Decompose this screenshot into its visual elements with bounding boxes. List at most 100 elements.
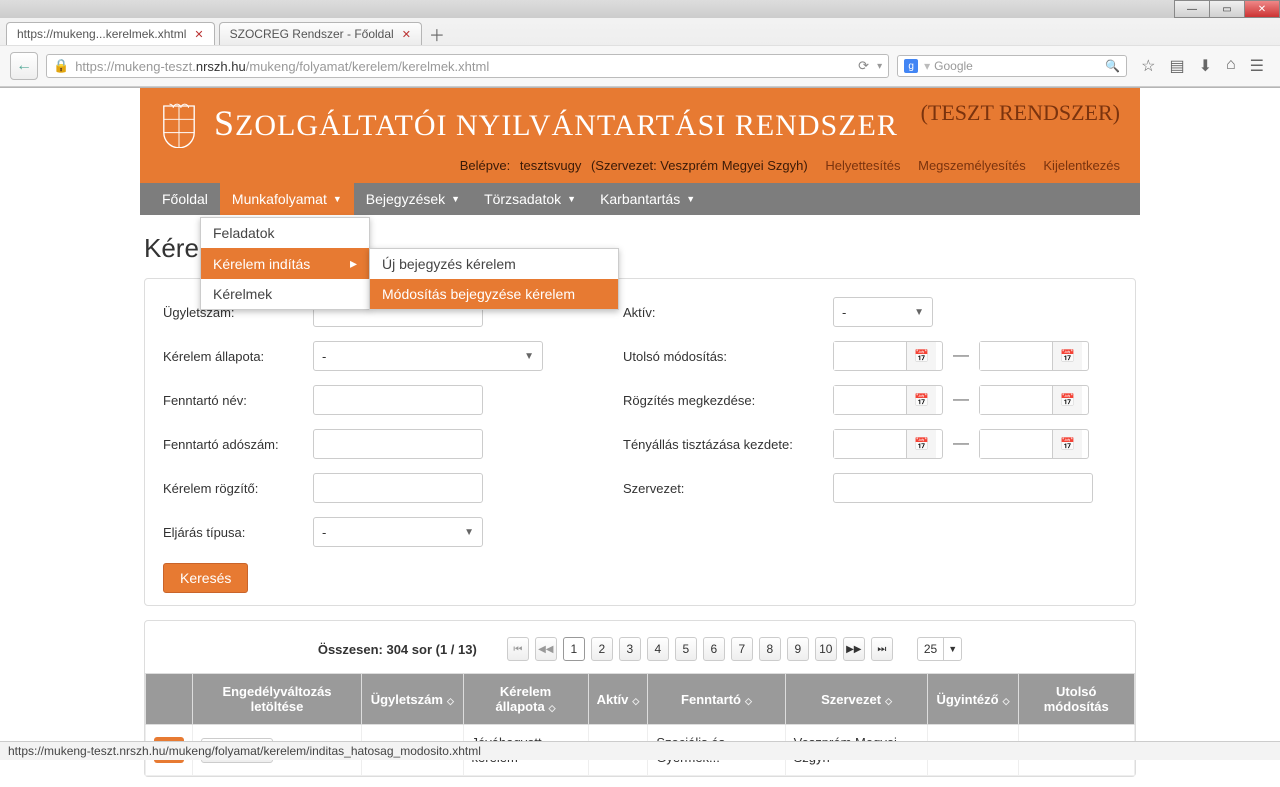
page-container: (TESZT RENDSZER) SZOLGÁLTATÓI NYILVÁNTAR…: [140, 88, 1140, 787]
window-maximize-button[interactable]: [1209, 0, 1245, 18]
bookmark-icon[interactable]: ☆: [1141, 56, 1155, 76]
search-button[interactable]: Keresés: [163, 563, 248, 593]
input-kerelem-rogzito[interactable]: [313, 473, 483, 503]
date-to-utolso[interactable]: 📅: [979, 341, 1089, 371]
chevron-down-icon: ▼: [686, 194, 695, 204]
pager-page[interactable]: 5: [675, 637, 697, 661]
dropdown-item-request-start[interactable]: Kérelem indítás ▸: [201, 248, 369, 279]
pager-page[interactable]: 7: [731, 637, 753, 661]
select-eljaras-tipusa[interactable]: -▼: [313, 517, 483, 547]
col-fenntarto[interactable]: Fenntartó◇: [648, 674, 785, 725]
dropdown-item-requests[interactable]: Kérelmek: [201, 279, 369, 309]
login-info-bar: Belépve: tesztsvugy (Szervezet: Veszprém…: [160, 158, 1120, 173]
link-personalize[interactable]: Megszemélyesítés: [918, 158, 1026, 173]
nav-item-maintenance[interactable]: Karbantartás▼: [588, 183, 707, 215]
pager-page[interactable]: 9: [787, 637, 809, 661]
new-tab-button[interactable]: ＋: [426, 23, 448, 45]
col-ugyintezo[interactable]: Ügyintéző◇: [928, 674, 1018, 725]
url-scheme: https://: [75, 59, 114, 74]
label-kerelem-allapota: Kérelem állapota:: [163, 349, 303, 364]
app-header: (TESZT RENDSZER) SZOLGÁLTATÓI NYILVÁNTAR…: [140, 88, 1140, 183]
menu-icon[interactable]: ☰: [1250, 56, 1264, 76]
submenu-item-modify-entry[interactable]: Módosítás bejegyzése kérelem: [370, 279, 618, 309]
calendar-icon[interactable]: 📅: [906, 430, 936, 458]
date-from-tenyallas[interactable]: 📅: [833, 429, 943, 459]
calendar-icon[interactable]: 📅: [906, 342, 936, 370]
pager: Összesen: 304 sor (1 / 13) ⏮ ◀◀ 1 2 3 4 …: [145, 631, 1135, 673]
system-title: SZOLGÁLTATÓI NYILVÁNTARTÁSI RENDSZER: [214, 102, 898, 144]
nav-item-entries[interactable]: Bejegyzések▼: [354, 183, 472, 215]
browser-search-input[interactable]: g ▾ Google 🔍: [897, 55, 1127, 77]
close-tab-icon[interactable]: ✕: [402, 28, 411, 41]
pager-next[interactable]: ▶▶: [843, 637, 865, 661]
link-impersonate[interactable]: Helyettesítés: [825, 158, 900, 173]
input-szervezet[interactable]: [833, 473, 1093, 503]
pager-page[interactable]: 8: [759, 637, 781, 661]
input-fenntarto-adoszam[interactable]: [313, 429, 483, 459]
pager-pagesize[interactable]: 25▼: [917, 637, 962, 661]
date-to-rogzites[interactable]: 📅: [979, 385, 1089, 415]
pager-prev[interactable]: ◀◀: [535, 637, 557, 661]
search-placeholder: Google: [934, 59, 973, 73]
pager-page[interactable]: 1: [563, 637, 585, 661]
close-tab-icon[interactable]: ✕: [194, 28, 203, 41]
library-icon[interactable]: ▤: [1169, 56, 1184, 76]
browser-toolbar-icons: ☆ ▤ ⬇ ⌂ ☰: [1135, 56, 1270, 76]
calendar-icon[interactable]: 📅: [1052, 386, 1082, 414]
link-logout[interactable]: Kijelentkezés: [1043, 158, 1120, 173]
chevron-right-icon: ▸: [350, 255, 357, 272]
table-header-row: Engedélyváltozás letöltése Ügyletszám◇ K…: [146, 674, 1135, 725]
workflow-dropdown: Feladatok Kérelem indítás ▸ Kérelmek Új …: [200, 217, 370, 310]
browser-tab-active[interactable]: https://mukeng...kerelmek.xhtml ✕: [6, 22, 215, 45]
window-close-button[interactable]: [1244, 0, 1280, 18]
lock-icon: 🔒: [53, 58, 69, 74]
date-from-rogzites[interactable]: 📅: [833, 385, 943, 415]
col-szervezet[interactable]: Szervezet◇: [785, 674, 928, 725]
col-aktiv[interactable]: Aktív◇: [588, 674, 648, 725]
nav-item-home[interactable]: Főoldal: [150, 183, 220, 215]
calendar-icon[interactable]: 📅: [1052, 342, 1082, 370]
submenu-item-new-entry[interactable]: Új bejegyzés kérelem: [370, 249, 618, 279]
url-input[interactable]: 🔒 https://mukeng-teszt.nrszh.hu/mukeng/f…: [46, 54, 889, 78]
nav-item-workflow[interactable]: Munkafolyamat▼: [220, 183, 354, 215]
pager-page[interactable]: 4: [647, 637, 669, 661]
pager-page[interactable]: 6: [703, 637, 725, 661]
label-kerelem-rogzito: Kérelem rögzítő:: [163, 481, 303, 496]
pager-first[interactable]: ⏮: [507, 637, 529, 661]
dropdown-icon[interactable]: ▾: [877, 61, 882, 72]
browser-tab[interactable]: SZOCREG Rendszer - Főoldal ✕: [219, 22, 422, 45]
url-toolbar: ← 🔒 https://mukeng-teszt.nrszh.hu/mukeng…: [0, 45, 1280, 87]
nav-item-masterdata[interactable]: Törzsadatok▼: [472, 183, 588, 215]
search-icon[interactable]: 🔍: [1105, 59, 1120, 73]
browser-status-bar: https://mukeng-teszt.nrszh.hu/mukeng/fol…: [0, 741, 1280, 760]
col-modositas[interactable]: Utolsó módosítás: [1018, 674, 1134, 725]
input-fenntarto-nev[interactable]: [313, 385, 483, 415]
downloads-icon[interactable]: ⬇: [1199, 56, 1212, 76]
window-minimize-button[interactable]: [1174, 0, 1210, 18]
calendar-icon[interactable]: 📅: [906, 386, 936, 414]
sort-icon: ◇: [745, 696, 752, 706]
pager-page[interactable]: 2: [591, 637, 613, 661]
label-tenyallas: Tényállás tisztázása kezdete:: [623, 437, 823, 452]
dropdown-item-tasks[interactable]: Feladatok: [201, 218, 369, 248]
home-icon[interactable]: ⌂: [1226, 56, 1236, 76]
nav-back-button[interactable]: ←: [10, 52, 38, 80]
select-kerelem-allapota[interactable]: -▼: [313, 341, 543, 371]
browser-chrome: https://mukeng...kerelmek.xhtml ✕ SZOCRE…: [0, 0, 1280, 88]
date-to-tenyallas[interactable]: 📅: [979, 429, 1089, 459]
sort-icon: ◇: [1003, 696, 1010, 706]
calendar-icon[interactable]: 📅: [1052, 430, 1082, 458]
request-start-submenu: Új bejegyzés kérelem Módosítás bejegyzés…: [369, 248, 619, 310]
select-aktiv[interactable]: -▼: [833, 297, 933, 327]
date-from-utolso[interactable]: 📅: [833, 341, 943, 371]
pager-last[interactable]: ⏭: [871, 637, 893, 661]
pager-page[interactable]: 3: [619, 637, 641, 661]
chevron-down-icon: ▼: [914, 307, 924, 318]
results-table: Engedélyváltozás letöltése Ügyletszám◇ K…: [145, 673, 1135, 776]
reload-icon[interactable]: ⟳: [858, 58, 869, 74]
col-engedely[interactable]: Engedélyváltozás letöltése: [193, 674, 362, 725]
pager-page[interactable]: 10: [815, 637, 837, 661]
col-ugyletszam[interactable]: Ügyletszám◇: [362, 674, 464, 725]
tab-bar: https://mukeng...kerelmek.xhtml ✕ SZOCRE…: [0, 18, 1280, 45]
col-allapot[interactable]: Kérelem állapota◇: [463, 674, 588, 725]
